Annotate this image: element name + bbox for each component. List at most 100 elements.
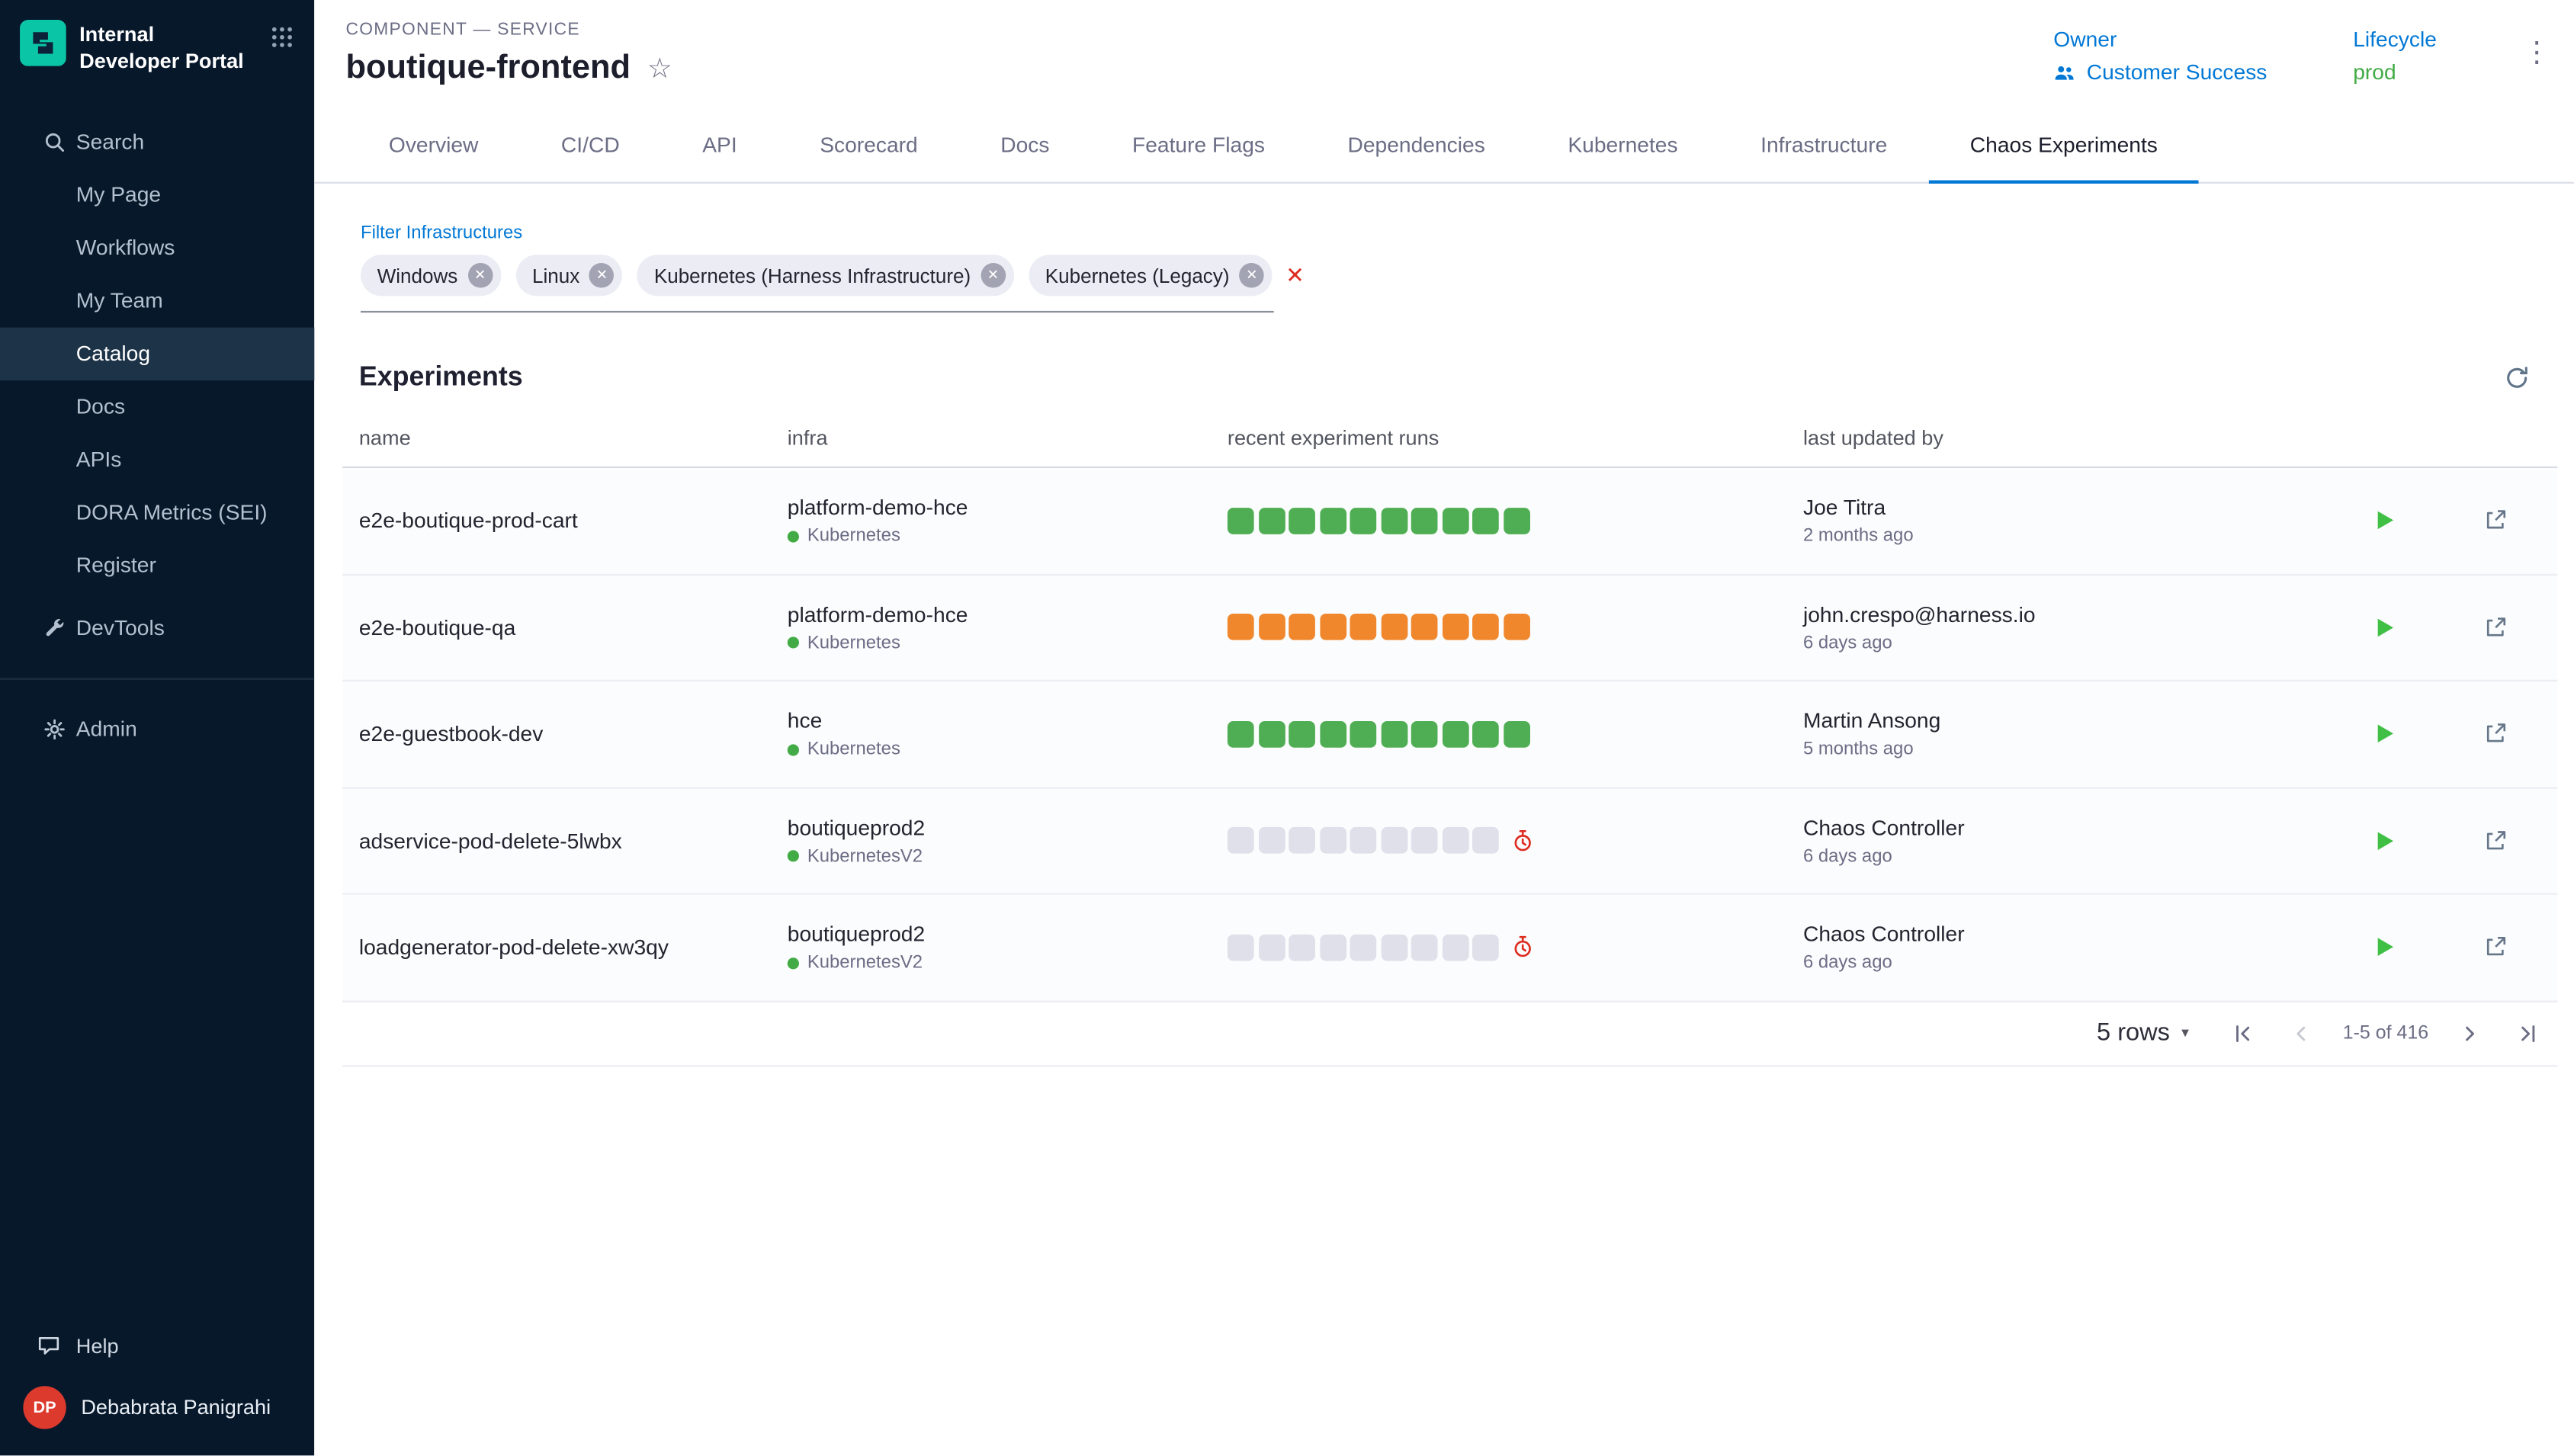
tab-docs[interactable]: Docs	[959, 107, 1091, 182]
chip-remove-icon[interactable]: ✕	[1240, 263, 1265, 288]
favorite-star-icon[interactable]: ☆	[647, 55, 672, 83]
next-page-button[interactable]	[2454, 1016, 2486, 1049]
run-status-square[interactable]	[1228, 934, 1254, 961]
infrastructure-filter-input[interactable]: Windows✕Linux✕Kubernetes (Harness Infras…	[361, 255, 1274, 313]
run-status-square[interactable]	[1350, 614, 1376, 641]
run-status-square[interactable]	[1442, 720, 1468, 747]
open-in-new-icon[interactable]	[2483, 615, 2508, 640]
run-status-square[interactable]	[1228, 827, 1254, 854]
sidebar-item-my-team[interactable]: My Team	[0, 274, 314, 326]
table-row[interactable]: e2e-guestbook-devhceKubernetesMartin Ans…	[342, 681, 2557, 788]
run-status-square[interactable]	[1503, 614, 1529, 641]
chip-remove-icon[interactable]: ✕	[589, 263, 615, 288]
run-status-square[interactable]	[1289, 827, 1315, 854]
run-status-square[interactable]	[1258, 614, 1285, 641]
user-menu[interactable]: DP Debabrata Panigrahi	[0, 1373, 314, 1442]
run-status-square[interactable]	[1411, 827, 1438, 854]
run-status-square[interactable]	[1289, 614, 1315, 641]
clear-filters-icon[interactable]: ✕	[1285, 262, 1317, 289]
tab-api[interactable]: API	[661, 107, 778, 182]
run-status-square[interactable]	[1289, 508, 1315, 534]
sidebar-item-admin[interactable]: Admin	[0, 702, 314, 755]
run-status-square[interactable]	[1228, 614, 1254, 641]
tab-scorecard[interactable]: Scorecard	[778, 107, 959, 182]
open-in-new-icon[interactable]	[2483, 508, 2508, 534]
tab-infrastructure[interactable]: Infrastructure	[1719, 107, 1929, 182]
run-status-square[interactable]	[1381, 614, 1407, 641]
open-in-new-icon[interactable]	[2483, 828, 2508, 853]
run-experiment-button[interactable]	[2372, 828, 2397, 853]
run-status-square[interactable]	[1228, 508, 1254, 534]
run-status-square[interactable]	[1289, 934, 1315, 961]
tab-ci-cd[interactable]: CI/CD	[520, 107, 661, 182]
run-status-square[interactable]	[1442, 934, 1468, 961]
tab-chaos-experiments[interactable]: Chaos Experiments	[1929, 107, 2200, 182]
run-status-square[interactable]	[1411, 614, 1438, 641]
sidebar-item-my-page[interactable]: My Page	[0, 168, 314, 220]
last-page-button[interactable]	[2511, 1016, 2544, 1049]
table-row[interactable]: adservice-pod-delete-5lwbxboutiqueprod2K…	[342, 788, 2557, 895]
run-status-square[interactable]	[1228, 720, 1254, 747]
tab-overview[interactable]: Overview	[348, 107, 520, 182]
table-row[interactable]: e2e-boutique-prod-cartplatform-demo-hceK…	[342, 468, 2557, 575]
run-status-square[interactable]	[1472, 614, 1499, 641]
run-status-square[interactable]	[1503, 508, 1529, 534]
run-status-square[interactable]	[1411, 508, 1438, 534]
open-in-new-icon[interactable]	[2483, 722, 2508, 747]
run-status-square[interactable]	[1258, 934, 1285, 961]
run-status-square[interactable]	[1472, 934, 1499, 961]
run-status-square[interactable]	[1350, 827, 1376, 854]
previous-page-button[interactable]	[2285, 1016, 2318, 1049]
run-status-square[interactable]	[1350, 720, 1376, 747]
owner-link[interactable]: Customer Success	[2053, 59, 2267, 85]
run-status-square[interactable]	[1503, 720, 1529, 747]
sidebar-item-register[interactable]: Register	[0, 538, 314, 591]
run-status-square[interactable]	[1319, 508, 1346, 534]
filter-label[interactable]: Filter Infrastructures	[361, 223, 2574, 243]
sidebar-item-workflows[interactable]: Workflows	[0, 221, 314, 274]
run-status-square[interactable]	[1442, 614, 1468, 641]
run-status-square[interactable]	[1350, 934, 1376, 961]
open-in-new-icon[interactable]	[2483, 935, 2508, 960]
tab-feature-flags[interactable]: Feature Flags	[1091, 107, 1307, 182]
sidebar-item-search[interactable]: Search	[0, 115, 314, 168]
sidebar-item-docs[interactable]: Docs	[0, 380, 314, 432]
help-button[interactable]: Help	[0, 1318, 314, 1373]
run-status-square[interactable]	[1411, 720, 1438, 747]
sidebar-item-catalog[interactable]: Catalog	[0, 327, 314, 380]
run-status-square[interactable]	[1350, 508, 1376, 534]
run-experiment-button[interactable]	[2372, 508, 2397, 534]
kebab-menu-icon[interactable]: ⋮	[2523, 37, 2551, 69]
run-status-square[interactable]	[1319, 827, 1346, 854]
run-experiment-button[interactable]	[2372, 615, 2397, 640]
run-status-square[interactable]	[1442, 508, 1468, 534]
run-status-square[interactable]	[1289, 720, 1315, 747]
sidebar-item-dora-metrics-sei[interactable]: DORA Metrics (SEI)	[0, 486, 314, 538]
run-status-square[interactable]	[1442, 827, 1468, 854]
tab-kubernetes[interactable]: Kubernetes	[1526, 107, 1719, 182]
run-status-square[interactable]	[1319, 614, 1346, 641]
tab-dependencies[interactable]: Dependencies	[1306, 107, 1526, 182]
chip-remove-icon[interactable]: ✕	[467, 263, 493, 288]
run-status-square[interactable]	[1319, 720, 1346, 747]
run-status-square[interactable]	[1258, 827, 1285, 854]
run-status-square[interactable]	[1472, 508, 1499, 534]
run-experiment-button[interactable]	[2372, 722, 2397, 747]
run-status-square[interactable]	[1381, 508, 1407, 534]
run-status-square[interactable]	[1381, 934, 1407, 961]
chip-remove-icon[interactable]: ✕	[980, 263, 1006, 288]
run-status-square[interactable]	[1472, 827, 1499, 854]
apps-grid-icon[interactable]	[270, 25, 295, 50]
run-status-square[interactable]	[1411, 934, 1438, 961]
run-status-square[interactable]	[1258, 508, 1285, 534]
table-row[interactable]: e2e-boutique-qaplatform-demo-hceKubernet…	[342, 575, 2557, 681]
run-status-square[interactable]	[1258, 720, 1285, 747]
refresh-icon[interactable]	[2503, 364, 2531, 392]
run-status-square[interactable]	[1381, 720, 1407, 747]
sidebar-item-apis[interactable]: APIs	[0, 432, 314, 485]
run-experiment-button[interactable]	[2372, 935, 2397, 960]
sidebar-item-devtools[interactable]: DevTools	[0, 601, 314, 654]
first-page-button[interactable]	[2227, 1016, 2260, 1049]
run-status-square[interactable]	[1319, 934, 1346, 961]
rows-per-page-select[interactable]: 5 rows ▾	[2097, 1019, 2189, 1047]
